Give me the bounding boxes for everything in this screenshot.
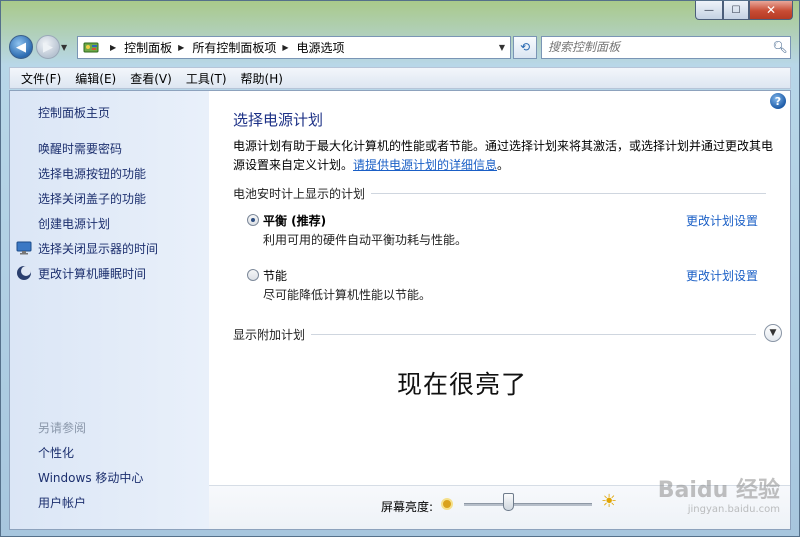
sidebar-link-user-accounts[interactable]: 用户帐户	[38, 494, 86, 511]
brightness-label: 屏幕亮度:	[381, 500, 434, 514]
address-dropdown[interactable]: ▼	[494, 43, 510, 52]
desc-line2: 源设置来自定义计划。	[233, 158, 354, 172]
section-additional-plans: 显示附加计划	[233, 326, 756, 342]
section-label: 显示附加计划	[233, 327, 306, 342]
address-bar[interactable]: ▶ 控制面板 ▶ 所有控制面板项 ▶ 电源选项 ▼	[77, 35, 511, 59]
overlay-caption: 现在很亮了	[397, 370, 528, 399]
watermark: Baidu 经验 jingyan.baidu.com	[658, 472, 780, 515]
divider	[371, 192, 766, 194]
change-plan-balanced-link[interactable]: 更改计划设置	[686, 212, 758, 229]
back-button[interactable]: ◀	[9, 35, 33, 59]
sidebar-link-lid-close[interactable]: 选择关闭盖子的功能	[38, 190, 146, 207]
search-input[interactable]	[548, 40, 770, 54]
menu-edit[interactable]: 编辑(E)	[68, 70, 123, 87]
divider	[311, 333, 756, 335]
caption-buttons: — ☐ ✕	[695, 1, 793, 20]
plan-power-saver-name[interactable]: 节能	[263, 267, 287, 284]
section-battery-plans: 电池安时计上显示的计划	[233, 185, 766, 201]
plan-details-link[interactable]: 请提供电源计划的详细信息	[353, 158, 497, 172]
address-row: ◀ ▶ ▼ ▶ 控制面板 ▶ 所有控制面板项 ▶ 电源选项 ▼ ⟲ 搜索控制面板…	[9, 33, 791, 61]
plan-power-saver-desc: 尽可能降低计算机性能以节能。	[263, 288, 432, 302]
breadcrumb-power-options[interactable]: 电源选项	[297, 39, 345, 56]
maximize-button[interactable]: ☐	[723, 1, 749, 20]
brightness-bar: 屏幕亮度: ☀ Baidu 经验 jingyan.baidu.com	[209, 478, 790, 529]
section-label: 电池安时计上显示的计划	[233, 186, 366, 201]
chevron-right-icon[interactable]: ▶	[110, 43, 116, 52]
sidebar-link-display-off[interactable]: 选择关闭显示器的时间	[38, 240, 158, 257]
desc-end: 。	[497, 158, 510, 172]
sidebar-link-wake-password[interactable]: 唤醒时需要密码	[38, 140, 122, 157]
breadcrumb-all-items[interactable]: 所有控制面板项	[192, 39, 276, 56]
refresh-button[interactable]: ⟲	[513, 35, 537, 59]
chevron-right-icon[interactable]: ▶	[178, 43, 184, 52]
minimize-button[interactable]: —	[695, 1, 723, 20]
watermark-url: jingyan.baidu.com	[687, 504, 780, 515]
recent-pages-dropdown[interactable]: ▼	[61, 43, 73, 52]
sidebar-home-link[interactable]: 控制面板主页	[38, 104, 110, 121]
desc-line1: 电源计划有助于最大化计算机的性能或者节能。通过选择计划来将其激活，或选择计划并通…	[233, 139, 774, 153]
help-icon[interactable]: ?	[770, 93, 786, 109]
menu-view[interactable]: 查看(V)	[123, 70, 179, 87]
sidebar-link-create-plan[interactable]: 创建电源计划	[38, 215, 110, 232]
control-panel-icon	[82, 39, 100, 55]
menu-file[interactable]: 文件(F)	[14, 70, 68, 87]
page-description: 电源计划有助于最大化计算机的性能或者节能。通过选择计划来将其激活，或选择计划并通…	[233, 137, 783, 175]
content-area: 控制面板主页 唤醒时需要密码 选择电源按钮的功能 选择关闭盖子的功能 创建电源计…	[9, 90, 791, 530]
close-button[interactable]: ✕	[749, 1, 793, 20]
explorer-window: — ☐ ✕ ◀ ▶ ▼ ▶ 控制面板 ▶ 所有控制面板项 ▶ 电源选项 ▼ ⟲ …	[0, 0, 800, 537]
plan-power-saver-radio[interactable]	[247, 269, 259, 281]
menu-tools[interactable]: 工具(T)	[179, 70, 234, 87]
sidebar-link-mobility-center[interactable]: Windows 移动中心	[38, 469, 143, 486]
search-icon[interactable]: 🔍︎	[770, 40, 790, 54]
display-off-icon	[16, 240, 32, 256]
brightness-slider-track[interactable]	[464, 503, 592, 506]
sidebar-link-sleep-time[interactable]: 更改计算机睡眠时间	[38, 265, 146, 282]
search-box[interactable]: 🔍︎	[541, 35, 791, 59]
breadcrumb-control-panel[interactable]: 控制面板	[124, 39, 172, 56]
breadcrumb: ▶ 控制面板 ▶ 所有控制面板项 ▶ 电源选项	[104, 39, 345, 56]
task-pane: 控制面板主页 唤醒时需要密码 选择电源按钮的功能 选择关闭盖子的功能 创建电源计…	[10, 91, 209, 529]
menu-bar: 文件(F) 编辑(E) 查看(V) 工具(T) 帮助(H)	[9, 67, 791, 89]
watermark-logo: Baidu 经验	[657, 478, 780, 503]
forward-button[interactable]: ▶	[36, 35, 60, 59]
sidebar-link-personalize[interactable]: 个性化	[38, 444, 74, 461]
plan-balanced-name[interactable]: 平衡 (推荐)	[263, 212, 326, 229]
page-title: 选择电源计划	[233, 111, 324, 129]
expand-chevron-icon[interactable]: ▼	[764, 324, 782, 342]
change-plan-power-saver-link[interactable]: 更改计划设置	[686, 267, 758, 284]
see-also-header: 另请参阅	[38, 421, 87, 435]
sleep-moon-icon	[16, 265, 32, 281]
bright-sun-icon: ☀	[601, 491, 618, 512]
menu-help[interactable]: 帮助(H)	[234, 70, 290, 87]
chevron-right-icon[interactable]: ▶	[282, 43, 288, 52]
plan-balanced-desc: 利用可用的硬件自动平衡功耗与性能。	[263, 233, 468, 247]
dim-sun-icon	[441, 498, 453, 510]
plan-balanced-radio[interactable]	[247, 214, 259, 226]
main-pane: ? 选择电源计划 电源计划有助于最大化计算机的性能或者节能。通过选择计划来将其激…	[209, 91, 790, 529]
sidebar-link-power-button[interactable]: 选择电源按钮的功能	[38, 165, 146, 182]
brightness-slider-thumb[interactable]	[503, 493, 515, 511]
